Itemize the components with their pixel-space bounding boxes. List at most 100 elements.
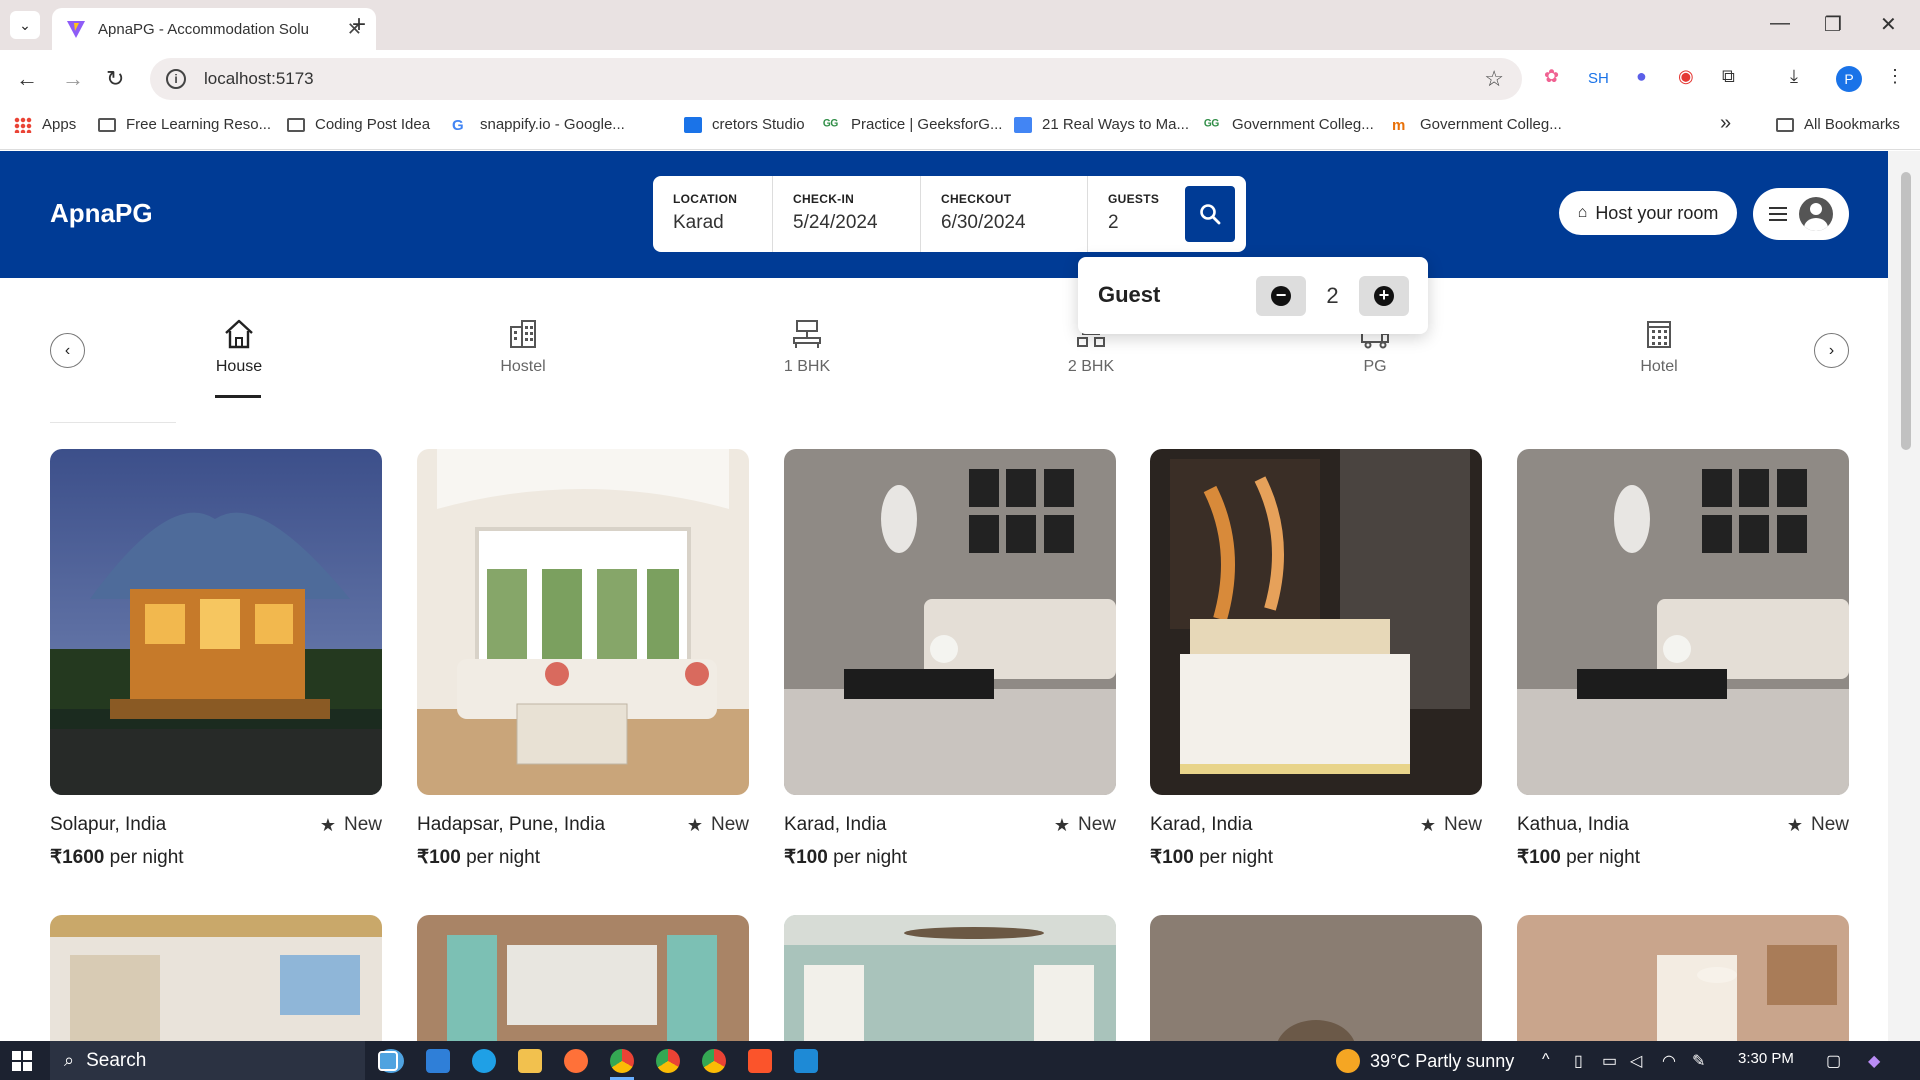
copilot-icon[interactable]: ◆: [1868, 1051, 1880, 1071]
wifi-icon[interactable]: ◠: [1662, 1051, 1676, 1071]
category-label: PG: [1363, 358, 1387, 375]
back-icon[interactable]: ←: [16, 66, 38, 92]
listing-image[interactable]: [1150, 915, 1482, 1050]
search-button[interactable]: [1185, 186, 1235, 242]
extensions-puzzle-icon[interactable]: ⧉: [1722, 66, 1735, 87]
listing-image[interactable]: [417, 449, 749, 795]
checkout-field[interactable]: CHECKOUT 6/30/2024: [921, 176, 1088, 252]
windows-start-icon[interactable]: [12, 1051, 32, 1071]
guest-decrement-button[interactable]: −: [1256, 276, 1306, 316]
location-label: LOCATION: [673, 192, 738, 206]
all-bookmarks[interactable]: All Bookmarks: [1776, 116, 1900, 133]
site-info-icon[interactable]: i: [166, 69, 186, 89]
category-hostel[interactable]: Hostel: [463, 318, 583, 376]
weather-text: 39°C Partly sunny: [1370, 1050, 1515, 1071]
tab-search-dropdown-icon[interactable]: ⌄: [10, 11, 40, 39]
listing-image[interactable]: [1150, 449, 1482, 795]
bookmark-coding-post[interactable]: Coding Post Idea: [287, 116, 430, 133]
search-bar: LOCATION Karad CHECK-IN 5/24/2024 CHECKO…: [653, 176, 1246, 252]
bookmark-label: Free Learning Reso...: [126, 116, 272, 133]
user-menu-button[interactable]: [1753, 188, 1849, 240]
minimize-icon[interactable]: —: [1770, 12, 1790, 35]
reload-icon[interactable]: ↻: [106, 66, 124, 92]
star-icon: ★: [1786, 814, 1803, 835]
browser-menu-icon[interactable]: ⋮: [1886, 66, 1904, 87]
tray-device-icon[interactable]: ▯: [1574, 1051, 1583, 1071]
battery-icon[interactable]: ▭: [1602, 1051, 1617, 1071]
category-hotel[interactable]: Hotel: [1599, 318, 1719, 376]
listing-card[interactable]: Solapur, India ★ New ₹1600 per night: [50, 449, 382, 869]
bookmark-21-ways[interactable]: 21 Real Ways to Ma...: [1014, 116, 1189, 133]
listing-image[interactable]: [1517, 449, 1849, 795]
task-view-icon[interactable]: [378, 1051, 398, 1071]
location-field[interactable]: LOCATION Karad: [653, 176, 773, 252]
close-window-icon[interactable]: ✕: [1880, 12, 1897, 37]
extension-flame-icon[interactable]: ●: [1636, 66, 1647, 87]
profile-avatar[interactable]: P: [1836, 66, 1862, 92]
bookmark-government-1[interactable]: ᴳᴳ Government Colleg...: [1204, 116, 1374, 134]
category-prev-button[interactable]: ‹: [50, 333, 85, 368]
bookmark-snappify[interactable]: Gsnappify.io - Google...: [452, 116, 625, 134]
extension-lotus-icon[interactable]: ✿: [1544, 66, 1559, 87]
forward-icon[interactable]: →: [62, 66, 84, 92]
guest-increment-button[interactable]: +: [1359, 276, 1409, 316]
restore-icon[interactable]: ❐: [1824, 12, 1842, 37]
extension-color-icon[interactable]: ◉: [1678, 66, 1694, 87]
listing-image[interactable]: [1517, 915, 1849, 1050]
bookmark-government-2[interactable]: m Government Colleg...: [1392, 116, 1562, 134]
bookmark-cretors[interactable]: cretors Studio: [684, 116, 805, 133]
bookmark-apps[interactable]: Apps: [14, 116, 76, 133]
extension-sh-icon[interactable]: SH: [1588, 70, 1609, 87]
chrome-profile-icon[interactable]: [656, 1049, 680, 1073]
new-tab-icon[interactable]: +: [352, 11, 366, 39]
price-unit: per night: [1193, 847, 1274, 868]
taskbar-weather[interactable]: 39°C Partly sunny: [1336, 1049, 1514, 1073]
listing-card[interactable]: Kathua, India ★ New ₹100 per night: [1517, 449, 1849, 869]
listing-image[interactable]: [417, 915, 749, 1050]
address-bar[interactable]: i localhost:5173 ☆: [150, 58, 1522, 100]
listing-image[interactable]: [50, 449, 382, 795]
listing-card[interactable]: Hadapsar, Pune, India ★ New ₹100 per nigh…: [417, 449, 749, 869]
file-explorer-icon[interactable]: [518, 1049, 542, 1073]
category-house[interactable]: House: [179, 318, 299, 376]
guests-field[interactable]: GUESTS 2: [1088, 176, 1188, 252]
guests-label: GUESTS: [1108, 192, 1160, 206]
browser-tab[interactable]: ApnaPG - Accommodation Solu ✕: [52, 8, 376, 50]
mail-icon[interactable]: [426, 1049, 450, 1073]
brand-logo[interactable]: ApnaPG: [50, 198, 153, 229]
listing-card[interactable]: Karad, India ★ New ₹100 per night: [1150, 449, 1482, 869]
bookmark-free-learning[interactable]: Free Learning Reso...: [98, 116, 271, 133]
listing-image[interactable]: [784, 915, 1116, 1050]
notifications-icon[interactable]: ▢: [1826, 1051, 1841, 1071]
pen-icon[interactable]: ✎: [1692, 1051, 1705, 1071]
volume-icon[interactable]: ◁: [1630, 1051, 1642, 1071]
brave-icon[interactable]: [748, 1049, 772, 1073]
taskbar-search[interactable]: ⌕ Search: [50, 1041, 365, 1080]
firefox-icon[interactable]: [564, 1049, 588, 1073]
badge-text: New: [343, 814, 382, 835]
listing-card[interactable]: Karad, India ★ New ₹100 per night: [784, 449, 1116, 869]
listing-price: ₹100 per night: [417, 846, 749, 869]
hotel-icon: [1647, 321, 1671, 348]
host-your-room-button[interactable]: ⌂ Host your room: [1559, 191, 1737, 235]
vscode-icon[interactable]: [794, 1049, 818, 1073]
bookmark-star-icon[interactable]: ☆: [1484, 66, 1504, 92]
chrome-profile-2-icon[interactable]: [702, 1049, 726, 1073]
bookmark-geeksforgeeks[interactable]: ᴳᴳ Practice | GeeksforG...: [823, 116, 1002, 134]
taskbar-clock[interactable]: 3:30 PM: [1738, 1050, 1794, 1067]
category-next-button[interactable]: ›: [1814, 333, 1849, 368]
checkin-field[interactable]: CHECK-IN 5/24/2024: [773, 176, 921, 252]
scrollbar-thumb[interactable]: [1901, 172, 1911, 450]
category-label: 1 BHK: [783, 358, 831, 375]
edge-icon[interactable]: [472, 1049, 496, 1073]
listing-image[interactable]: [784, 449, 1116, 795]
tray-chevron-up-icon[interactable]: ^: [1542, 1051, 1550, 1069]
category-label: Hotel: [1640, 358, 1678, 375]
price-amount: ₹1600: [50, 847, 105, 868]
listing-image[interactable]: [50, 915, 382, 1050]
downloads-icon[interactable]: ⤓: [1790, 66, 1798, 87]
category-1bhk[interactable]: 1 BHK: [747, 318, 867, 376]
checkout-label: CHECKOUT: [941, 192, 1012, 206]
chrome-icon[interactable]: [610, 1049, 634, 1073]
more-bookmarks-icon[interactable]: »: [1720, 112, 1731, 135]
